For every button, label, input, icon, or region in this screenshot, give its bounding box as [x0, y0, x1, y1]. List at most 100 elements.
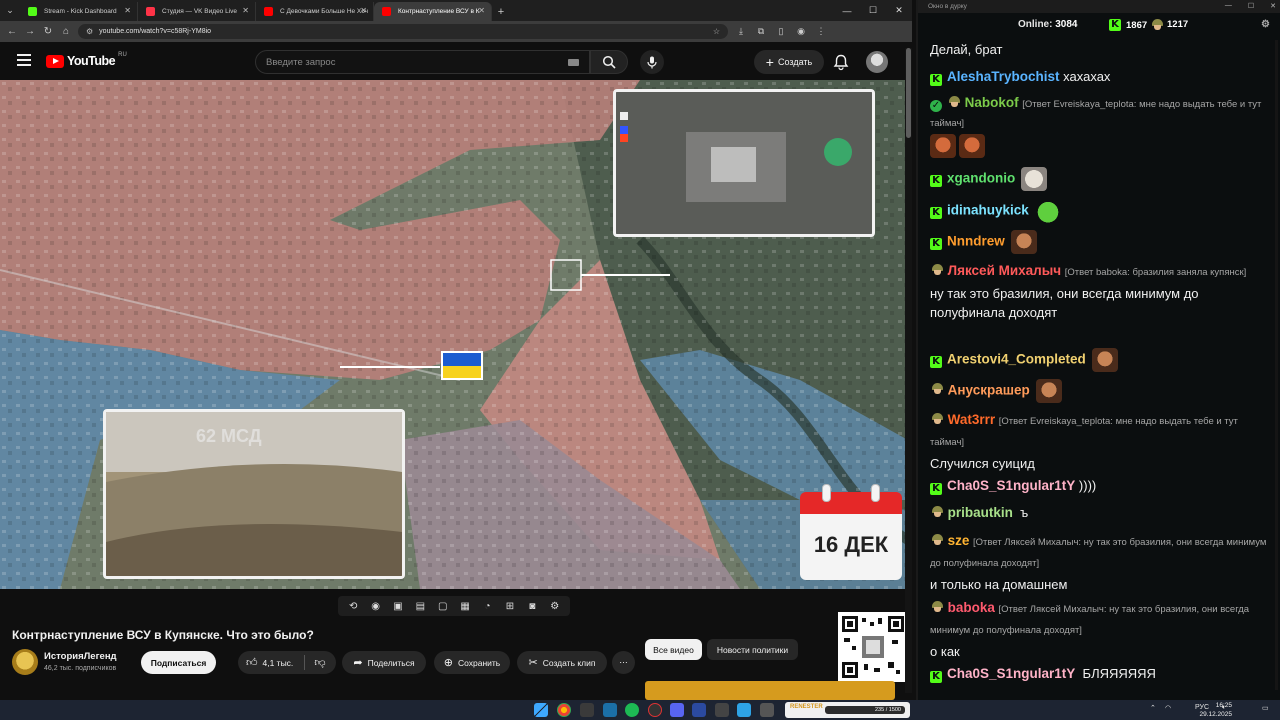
loop-icon[interactable]: ⟲: [345, 601, 361, 612]
helmet-icon: [930, 601, 944, 612]
notifications-icon[interactable]: ▭: [1262, 704, 1269, 712]
telegram-icon[interactable]: [737, 703, 751, 717]
minimize-icon[interactable]: —: [834, 0, 860, 21]
film-icon[interactable]: ▤: [412, 601, 428, 612]
chat-username[interactable]: Nnndrew: [947, 233, 1005, 248]
chat-username[interactable]: Cha0S_S1ngular1tY: [947, 666, 1075, 681]
discord-icon[interactable]: [670, 703, 684, 717]
app-icon[interactable]: [715, 703, 729, 717]
more-actions-button[interactable]: ⋯: [612, 651, 635, 674]
audio-icon[interactable]: ◉: [368, 601, 384, 612]
like-count[interactable]: 4,1 тыс.: [263, 658, 294, 668]
page-scrollbar[interactable]: [905, 48, 912, 693]
tab-kick-dashboard[interactable]: Stream - Kick Dashboard ✕: [20, 2, 138, 21]
url-field[interactable]: ⚙ youtube.com/watch?v=c58Rj-YM8io ☆: [78, 24, 728, 39]
grid-icon[interactable]: ▦: [457, 601, 473, 612]
camera-icon[interactable]: ◙: [524, 601, 540, 612]
chat-username[interactable]: pribautkin: [948, 505, 1013, 520]
tab-strip: ⌄ Stream - Kick Dashboard ✕ Студия — VK …: [0, 0, 912, 21]
chat-settings-icon[interactable]: ⚙: [1261, 19, 1270, 30]
chat-username[interactable]: Анускрашер: [948, 382, 1030, 397]
chat-username[interactable]: AleshaTrybochist: [947, 69, 1060, 84]
reload-icon[interactable]: ↻: [42, 26, 54, 37]
youtube-logo[interactable]: YouTube RU: [46, 52, 127, 68]
close-tab-icon[interactable]: ✕: [242, 6, 249, 15]
taskview-icon[interactable]: [580, 703, 594, 717]
chat-username[interactable]: xgandonio: [947, 170, 1015, 185]
keyboard-icon[interactable]: [568, 58, 579, 66]
video-player[interactable]: 62 МСД 16 ДЕК: [0, 80, 908, 589]
thumbs-up-icon[interactable]: 👍︎: [246, 656, 258, 669]
start-icon[interactable]: [534, 703, 548, 717]
promo-banner[interactable]: [645, 681, 895, 700]
browser-menu-icon[interactable]: ⋮: [814, 26, 828, 37]
steam-icon[interactable]: [603, 703, 617, 717]
helmet-icon: [947, 96, 961, 107]
home-icon[interactable]: ⌂: [60, 26, 72, 37]
minimize-icon[interactable]: —: [1225, 2, 1232, 10]
search-input[interactable]: Введите запрос: [255, 50, 590, 74]
save-button[interactable]: ⊕ Сохранить: [434, 651, 510, 674]
forward-icon[interactable]: →: [24, 26, 36, 37]
add-icon[interactable]: ⊞: [502, 601, 518, 612]
obs-icon[interactable]: [648, 703, 662, 717]
channel-name[interactable]: ИсторияЛегенд: [44, 651, 117, 662]
profile-icon[interactable]: ◉: [794, 26, 808, 37]
bookmark-icon[interactable]: ☆: [713, 27, 720, 36]
clip-button[interactable]: ✂ Создать клип: [517, 651, 607, 674]
back-icon[interactable]: ←: [6, 26, 18, 37]
speed-icon[interactable]: ◔: [480, 601, 496, 612]
subscribe-button[interactable]: Подписаться: [141, 651, 216, 674]
close-window-icon[interactable]: ✕: [886, 0, 912, 21]
filter-chip-politics[interactable]: Новости политики: [707, 639, 798, 660]
tab-search-icon[interactable]: ⌄: [0, 0, 20, 21]
chat-username[interactable]: Cha0S_S1ngular1tY: [947, 478, 1075, 493]
helmet-icon: [930, 264, 944, 275]
chat-username[interactable]: idinahuykick: [947, 202, 1029, 217]
tab-youtube-active[interactable]: Контрнаступление ВСУ в К ✕: [374, 2, 492, 21]
maximize-icon[interactable]: ☐: [860, 0, 886, 21]
save-icon: ⊕: [443, 657, 453, 669]
settings-icon[interactable]: ⚙: [547, 601, 563, 612]
maximize-icon[interactable]: ☐: [1248, 2, 1254, 10]
tray-chevron-icon[interactable]: ⌃: [1150, 704, 1156, 712]
close-tab-icon[interactable]: ✕: [124, 6, 131, 15]
chat-username[interactable]: sze: [948, 533, 970, 548]
menu-icon[interactable]: [17, 54, 31, 66]
account-avatar[interactable]: [866, 51, 888, 73]
chat-username[interactable]: baboka: [948, 600, 995, 615]
media-player-icon[interactable]: [692, 703, 706, 717]
chat-scrollbar[interactable]: [1275, 40, 1278, 690]
mic-icon: [647, 56, 657, 68]
new-tab-button[interactable]: +: [492, 2, 510, 21]
screen-icon[interactable]: ▢: [435, 601, 451, 612]
download-icon[interactable]: ⤓: [734, 26, 748, 37]
voice-search-button[interactable]: [640, 50, 664, 74]
search-placeholder: Введите запрос: [266, 56, 336, 68]
notifications-bell-icon[interactable]: [832, 53, 850, 71]
tab-vk-studio[interactable]: Студия — VK Видео Live ✕: [138, 2, 256, 21]
clock[interactable]: 16:25 29.12.2025: [1199, 701, 1232, 719]
chat-username[interactable]: Ляксей Михалыч: [948, 263, 1062, 278]
channel-avatar[interactable]: [12, 649, 38, 675]
chrome-icon[interactable]: [557, 703, 571, 717]
chat-username[interactable]: Wat3rrr: [948, 412, 996, 427]
network-icon[interactable]: ◠: [1165, 704, 1171, 712]
files-icon[interactable]: [760, 703, 774, 717]
extensions-icon[interactable]: ⧉: [754, 26, 768, 37]
close-tab-icon[interactable]: ✕: [478, 6, 485, 15]
dislike-button[interactable]: 👎︎: [306, 651, 334, 674]
site-info-icon[interactable]: ⚙: [86, 27, 93, 36]
tab-youtube-1[interactable]: С Девочками Больше Не Хоч ✕: [256, 2, 374, 21]
tv-icon[interactable]: ▣: [390, 601, 406, 612]
search-button[interactable]: [590, 50, 628, 74]
filter-chip-all[interactable]: Все видео: [645, 639, 702, 660]
close-tab-icon[interactable]: ✕: [360, 6, 367, 15]
create-button[interactable]: + Создать: [754, 50, 824, 74]
close-window-icon[interactable]: ✕: [1270, 2, 1276, 10]
chat-username[interactable]: Arestovi4_Completed: [947, 351, 1086, 366]
sidebar-icon[interactable]: ▯: [774, 26, 788, 37]
share-button[interactable]: ➦ Поделиться: [342, 651, 426, 674]
chat-username[interactable]: Nabokof: [965, 95, 1019, 110]
spotify-icon[interactable]: [625, 703, 639, 717]
